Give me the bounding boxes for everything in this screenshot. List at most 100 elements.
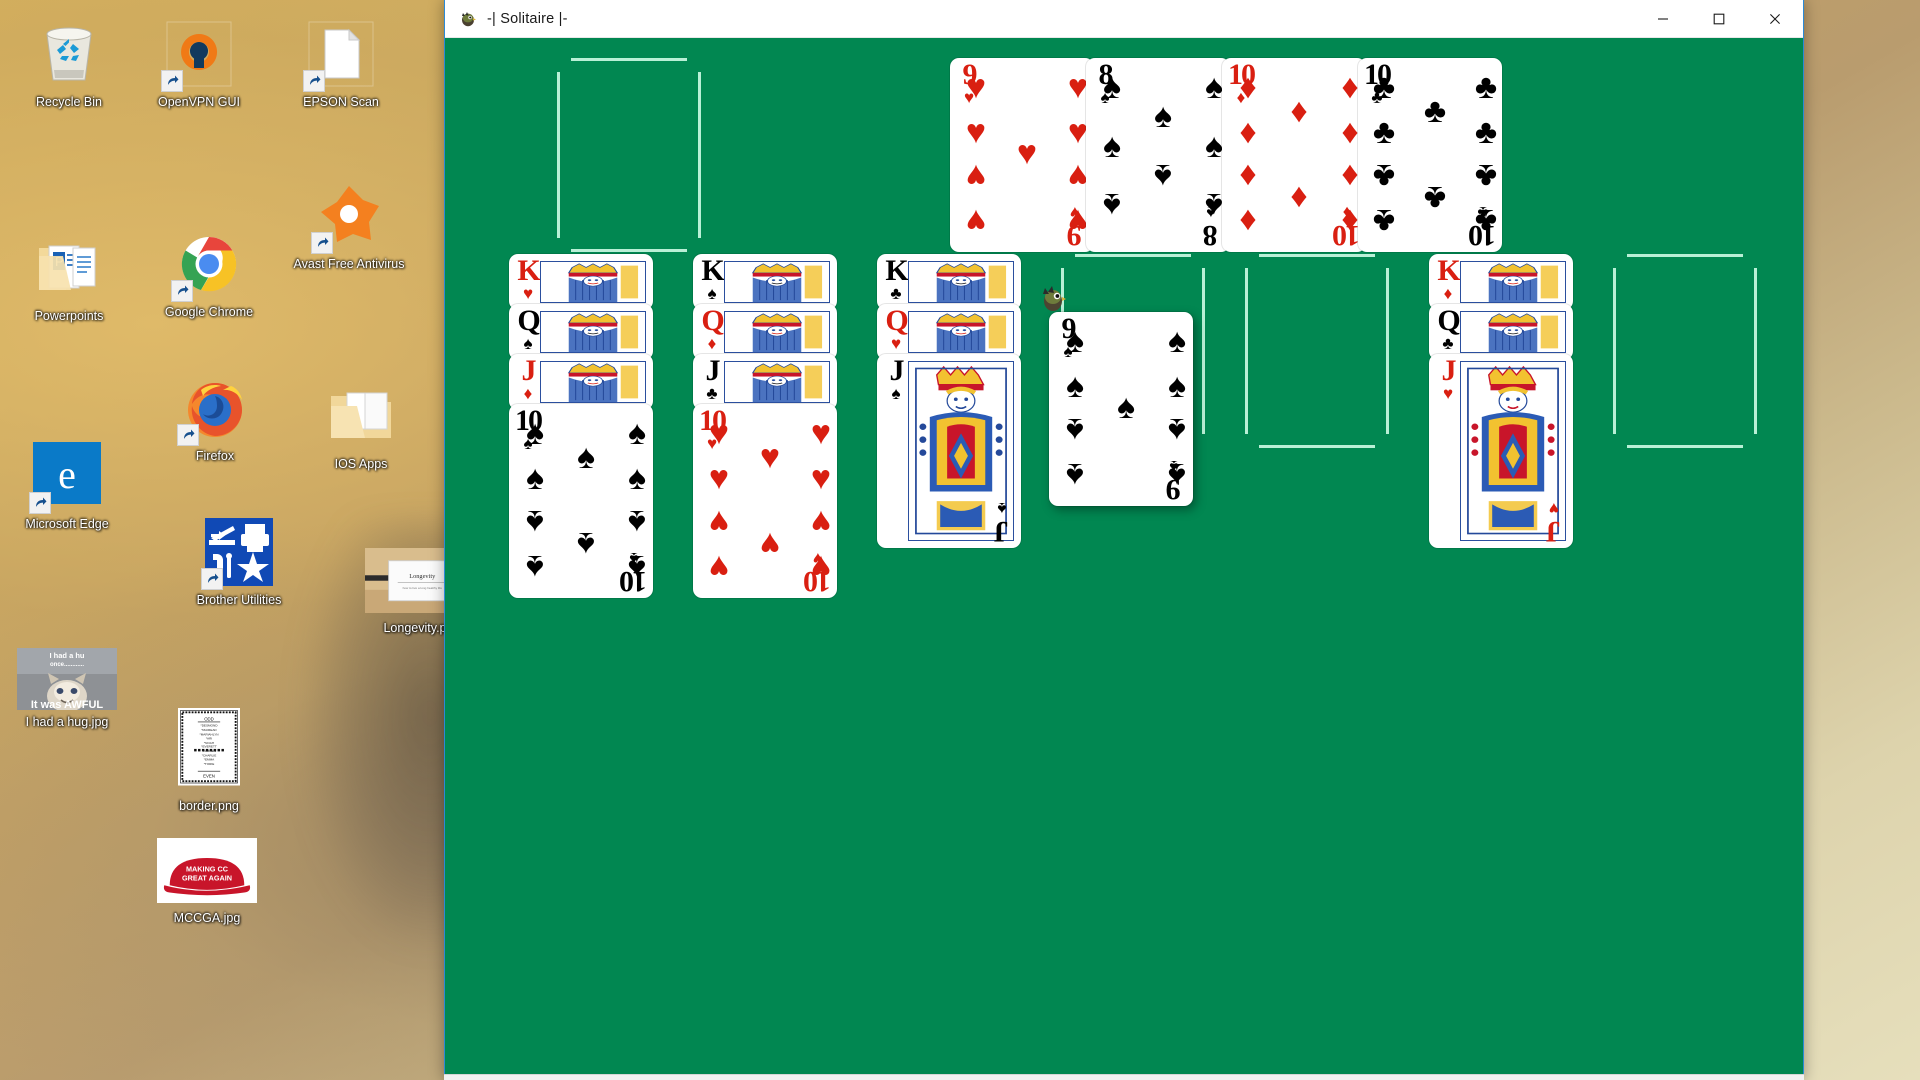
desktop-icon-label: IOS Apps — [334, 457, 388, 471]
svg-text:GREAT AGAIN: GREAT AGAIN — [182, 874, 232, 883]
card-pip: ♣ — [1372, 68, 1396, 107]
tableau-card[interactable]: J ♦ — [509, 354, 653, 410]
card-rank: 10 — [805, 565, 831, 598]
card-corner-top: K ♠ — [700, 256, 724, 302]
window-titlebar[interactable]: -| Solitaire |- — [445, 0, 1803, 38]
card-pip: ♥ — [759, 437, 781, 476]
shortcut-overlay-icon — [171, 280, 193, 302]
court-card-art — [908, 311, 1014, 353]
card-rank: 10 — [1470, 219, 1496, 252]
card-corner-top: Q ♠ — [516, 306, 540, 352]
desktop-icon-ios-apps[interactable]: IOS Apps — [302, 380, 420, 471]
card-pip: ♦ — [1341, 68, 1359, 107]
tableau-card[interactable]: 10 ♠ ♠ ♠ ♠ ♠ ♠ ♠ ♠ ♠ ♠ ♠ 10 ♠ — [509, 404, 653, 598]
epson-scan-icon — [303, 18, 377, 92]
svg-text:MAKING CC: MAKING CC — [186, 865, 229, 874]
card-corner-bottom: J ♠ — [990, 499, 1014, 548]
desktop-icon-google-chrome[interactable]: Google Chrome — [150, 228, 268, 319]
tableau-card[interactable]: J ♥ J ♥ — [1429, 354, 1573, 548]
desktop-icon-openvpn-gui[interactable]: OpenVPN GUI — [140, 18, 258, 109]
card-suit-symbol: ♠ — [891, 383, 901, 403]
card-rank: J — [995, 515, 1009, 548]
card-pip: ♣ — [1474, 112, 1498, 151]
card-pip: ♥ — [965, 112, 987, 151]
tableau-card[interactable]: J ♣ — [693, 354, 837, 410]
tableau-card[interactable]: 10 ♥ ♥ ♥ ♥ ♥ ♥ ♥ ♥ ♥ ♥ ♥ 10 ♥ — [693, 404, 837, 598]
maximize-button[interactable] — [1691, 0, 1747, 38]
desktop-icon-powerpoints[interactable]: P Powerpoints — [10, 232, 128, 323]
tableau-card[interactable]: K ♥ — [509, 254, 653, 310]
shortcut-overlay-icon — [201, 568, 223, 590]
card-pip: ♣ — [1423, 91, 1447, 130]
minimize-button[interactable] — [1635, 0, 1691, 38]
desktop-icon-brother-utilities[interactable]: Brother Utilities — [180, 516, 298, 607]
desktop-icon-epson-scan[interactable]: EPSON Scan — [282, 18, 400, 109]
card-pip: ♠ — [1065, 366, 1085, 405]
card-corner-bottom: 9 ♥ — [1063, 203, 1087, 252]
game-felt[interactable]: 9 ♥ ♥ ♥ ♥ ♥ ♥ ♥ ♥ ♥ ♥ 9 ♥ 8 ♠ ♠ ♠ ♠ ♠ ♠ ♠ ♠ ♠ 8 ♠ 10 ♦ — [445, 38, 1803, 1079]
desktop-icon-i-had-a-hug-jpg[interactable]: I had a hu once............ It was AWFUL… — [8, 648, 126, 729]
card-rank: Q — [885, 304, 908, 337]
desktop-icon-label: Powerpoints — [34, 309, 104, 323]
foundation-card[interactable]: 9 ♥ ♥ ♥ ♥ ♥ ♥ ♥ ♥ ♥ ♥ 9 ♥ — [950, 58, 1094, 252]
court-card-art — [724, 361, 830, 403]
svg-text:*MARIAHLYN: *MARIAHLYN — [199, 732, 218, 736]
svg-text:*MAIREAD: *MAIREAD — [201, 728, 217, 732]
powerpoints-icon: P — [33, 232, 105, 304]
card-pip: ♠ — [627, 414, 647, 453]
desktop-icon-microsoft-edge[interactable]: e Microsoft Edge — [8, 440, 126, 531]
svg-text:*EVERETT: *EVERETT — [201, 745, 217, 749]
window-title: -| Solitaire |- — [487, 10, 568, 27]
card-suit-symbol: ♠ — [1206, 203, 1216, 223]
desktop-icon-label: Avast Free Antivirus — [293, 257, 405, 271]
empty-slot-outline — [1613, 254, 1757, 448]
foundation-card[interactable]: 10 ♦ ♦ ♦ ♦ ♦ ♦ ♦ ♦ ♦ ♦ ♦ 10 ♦ — [1222, 58, 1366, 252]
desktop-icon-avast-free-antivirus[interactable]: Avast Free Antivirus — [290, 180, 408, 271]
card-pip: ♠ — [525, 458, 545, 497]
tableau-card[interactable]: Q ♣ — [1429, 304, 1573, 360]
card-suit-symbol: ♦ — [1443, 283, 1453, 303]
tableau-card[interactable]: Q ♦ — [693, 304, 837, 360]
card-corner-top: K ♥ — [516, 256, 540, 303]
card-pip: ♠ — [1116, 388, 1136, 427]
card-pip: ♦ — [1239, 68, 1257, 107]
tableau-card[interactable]: Q ♥ — [877, 304, 1021, 360]
desktop-icon-firefox[interactable]: Firefox — [156, 372, 274, 463]
close-button[interactable] — [1747, 0, 1803, 38]
foundation-card[interactable]: 10 ♣ ♣ ♣ ♣ ♣ ♣ ♣ ♣ ♣ ♣ ♣ 10 ♣ — [1358, 58, 1502, 252]
recycle-bin-icon — [33, 18, 105, 90]
foundation-card[interactable]: 8 ♠ ♠ ♠ ♠ ♠ ♠ ♠ ♠ ♠ 8 ♠ — [1086, 58, 1230, 252]
desktop-icon-recycle-bin[interactable]: Recycle Bin — [10, 18, 128, 109]
stock-pile-slot[interactable] — [557, 58, 701, 252]
card-pip: ♠ — [1204, 127, 1224, 166]
tableau-card[interactable]: Q ♠ — [509, 304, 653, 360]
card-suit-symbol: ♦ — [707, 333, 717, 353]
desktop-icon-label: Google Chrome — [164, 305, 254, 319]
tableau-card[interactable]: K ♣ — [877, 254, 1021, 310]
card-pip: ♣ — [1372, 157, 1396, 196]
svg-text:*CHARLIE: *CHARLIE — [202, 753, 217, 757]
tableau-slot-7[interactable] — [1613, 254, 1757, 448]
dragged-playing-card[interactable]: 9 ♠ ♠ ♠ ♠ ♠ ♠ ♠ ♠ ♠ ♠ 9 ♠ — [1049, 312, 1193, 506]
tableau-card[interactable]: J ♠ J ♠ — [877, 354, 1021, 548]
tableau-slot-5[interactable] — [1245, 254, 1389, 448]
card-pip: ♠ — [1167, 411, 1187, 450]
card-pip: ♠ — [1102, 68, 1122, 107]
card-pip: ♠ — [1065, 411, 1085, 450]
desktop-icon-border-png[interactable]: ODD *DESMOND *MAIREAD *MARIAHLYN *ARI *NOAH … — [150, 708, 268, 813]
desktop-icon-label: I had a hug.jpg — [25, 715, 109, 729]
card-pip: ♠ — [1102, 127, 1122, 166]
card-pip: ♠ — [1153, 157, 1173, 196]
court-card-art — [1460, 261, 1566, 303]
tableau-card[interactable]: K ♦ — [1429, 254, 1573, 310]
card-rank: J — [1441, 354, 1457, 387]
court-card-art — [1460, 311, 1566, 353]
card-pip: ♦ — [1239, 112, 1257, 151]
card-pip: ♦ — [1290, 178, 1308, 217]
card-suit-symbol: ♥ — [522, 283, 534, 303]
desktop-icon-mccga-jpg[interactable]: MAKING CC GREAT AGAIN MCCGA.jpg — [148, 838, 266, 925]
card-rank: 9 — [1167, 473, 1181, 506]
svg-text:It was AWFUL: It was AWFUL — [31, 699, 104, 710]
solitaire-bird-icon — [459, 10, 477, 28]
tableau-card[interactable]: K ♠ — [693, 254, 837, 310]
